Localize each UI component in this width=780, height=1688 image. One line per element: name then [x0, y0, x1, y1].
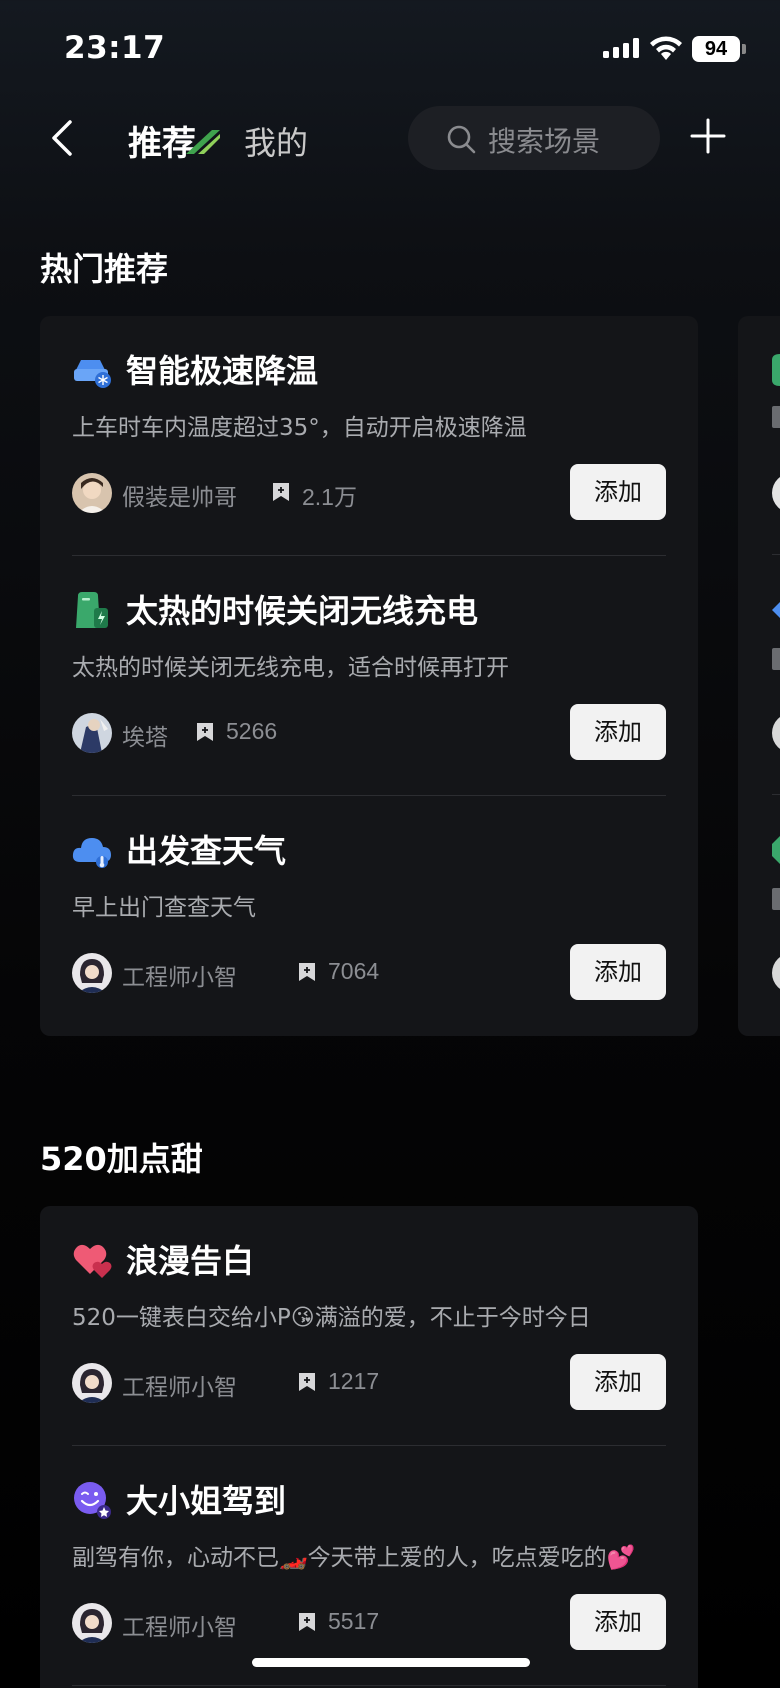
scene-card-hot: 智能极速降温 上车时车内温度超过35°，自动开启极速降温 假装是帅哥 2.1万 …: [40, 316, 698, 1036]
status-time: 23:17: [64, 30, 166, 66]
scene-description: 副驾有你，心动不已🏎️今天带上爱的人，吃点爱吃的💕: [72, 1545, 636, 1571]
bookmark-icon: [299, 1373, 315, 1391]
hearts-icon: [73, 1244, 112, 1278]
phone-charging-icon: [76, 592, 108, 628]
author-name: 工程师小智: [122, 1375, 237, 1401]
cellular-signal-icon: [603, 38, 639, 58]
scene-card-520: 浪漫告白 520一键表白交给小P😘满溢的爱，不止于今时今日 工程师小智 1217…: [40, 1206, 698, 1688]
status-bar: 23:17 94: [0, 0, 780, 100]
peek-divider: [772, 554, 780, 555]
back-chevron-icon[interactable]: [44, 116, 84, 160]
scene-card-next-peek[interactable]: [738, 316, 780, 1036]
scene-item[interactable]: 大小姐驾到 副驾有你，心动不已🏎️今天带上爱的人，吃点爱吃的💕 工程师小智 55…: [40, 1446, 698, 1686]
scene-title: 大小姐驾到: [126, 1482, 287, 1520]
scene-item[interactable]: 出发查天气 早上出门查查天气 工程师小智 7064 添加: [40, 796, 698, 1036]
top-nav: 推荐 我的 搜索场景: [0, 100, 780, 180]
section-title-hot: 热门推荐: [40, 250, 169, 288]
avatar: [72, 713, 112, 753]
peek-avatar: [772, 713, 780, 753]
scene-description: 太热的时候关闭无线充电，适合时候再打开: [72, 655, 509, 681]
search-bar[interactable]: 搜索场景: [408, 106, 660, 170]
scene-title: 太热的时候关闭无线充电: [126, 592, 479, 630]
divider: [72, 1685, 666, 1686]
add-button[interactable]: 添加: [570, 704, 666, 760]
bookmark-icon: [299, 963, 315, 981]
home-indicator[interactable]: [252, 1658, 530, 1667]
battery-cap: [742, 44, 746, 54]
peek-desc-fragment: [772, 406, 780, 428]
cloud-weather-icon: [72, 838, 111, 868]
save-count: 1217: [328, 1368, 380, 1394]
bookmark-icon: [197, 723, 213, 741]
save-count: 7064: [328, 958, 380, 984]
battery-indicator: 94: [692, 36, 740, 62]
author-name: 工程师小智: [122, 1615, 237, 1641]
peek-item-icon: [772, 602, 780, 618]
scene-description: 上车时车内温度超过35°，自动开启极速降温: [72, 415, 527, 441]
section-title-520: 520加点甜: [40, 1140, 203, 1178]
avatar: [72, 473, 112, 513]
add-button[interactable]: 添加: [570, 1354, 666, 1410]
peek-divider: [772, 794, 780, 795]
author-name: 埃塔: [122, 725, 168, 751]
scene-item[interactable]: 太热的时候关闭无线充电 太热的时候关闭无线充电，适合时候再打开 埃塔 5266 …: [40, 556, 698, 796]
search-icon: [447, 125, 476, 154]
avatar: [72, 953, 112, 993]
save-count: 5266: [226, 718, 278, 744]
wink-face-icon: [74, 1482, 111, 1519]
peek-desc-fragment: [772, 648, 780, 670]
add-button[interactable]: 添加: [570, 944, 666, 1000]
peek-item-icon: [772, 836, 780, 864]
author-name: 工程师小智: [122, 965, 237, 991]
scene-title: 智能极速降温: [126, 352, 319, 390]
scene-description: 早上出门查查天气: [72, 895, 256, 921]
scene-description: 520一键表白交给小P😘满溢的爱，不止于今时今日: [72, 1305, 591, 1331]
peek-avatar: [772, 953, 780, 993]
add-button[interactable]: 添加: [570, 1594, 666, 1650]
avatar: [72, 1603, 112, 1643]
scene-title: 浪漫告白: [126, 1242, 255, 1280]
bookmark-icon: [299, 1613, 315, 1631]
avatar: [72, 1363, 112, 1403]
scene-item[interactable]: 浪漫告白 520一键表白交给小P😘满溢的爱，不止于今时今日 工程师小智 1217…: [40, 1206, 698, 1446]
add-icon[interactable]: [690, 118, 726, 154]
author-name: 假装是帅哥: [122, 485, 237, 511]
scene-item[interactable]: 智能极速降温 上车时车内温度超过35°，自动开启极速降温 假装是帅哥 2.1万 …: [40, 316, 698, 556]
active-tab-indicator-icon: [186, 130, 220, 154]
add-button[interactable]: 添加: [570, 464, 666, 520]
search-placeholder: 搜索场景: [488, 125, 601, 158]
bookmark-icon: [273, 483, 289, 501]
peek-item-icon: [772, 354, 780, 386]
peek-avatar: [772, 473, 780, 513]
scene-title: 出发查天气: [126, 832, 287, 870]
save-count: 2.1万: [302, 484, 357, 510]
wifi-icon: [650, 36, 682, 60]
tab-mine[interactable]: 我的: [244, 118, 308, 164]
peek-desc-fragment: [772, 888, 780, 910]
save-count: 5517: [328, 1608, 380, 1634]
car-snowflake-icon: [74, 360, 111, 388]
